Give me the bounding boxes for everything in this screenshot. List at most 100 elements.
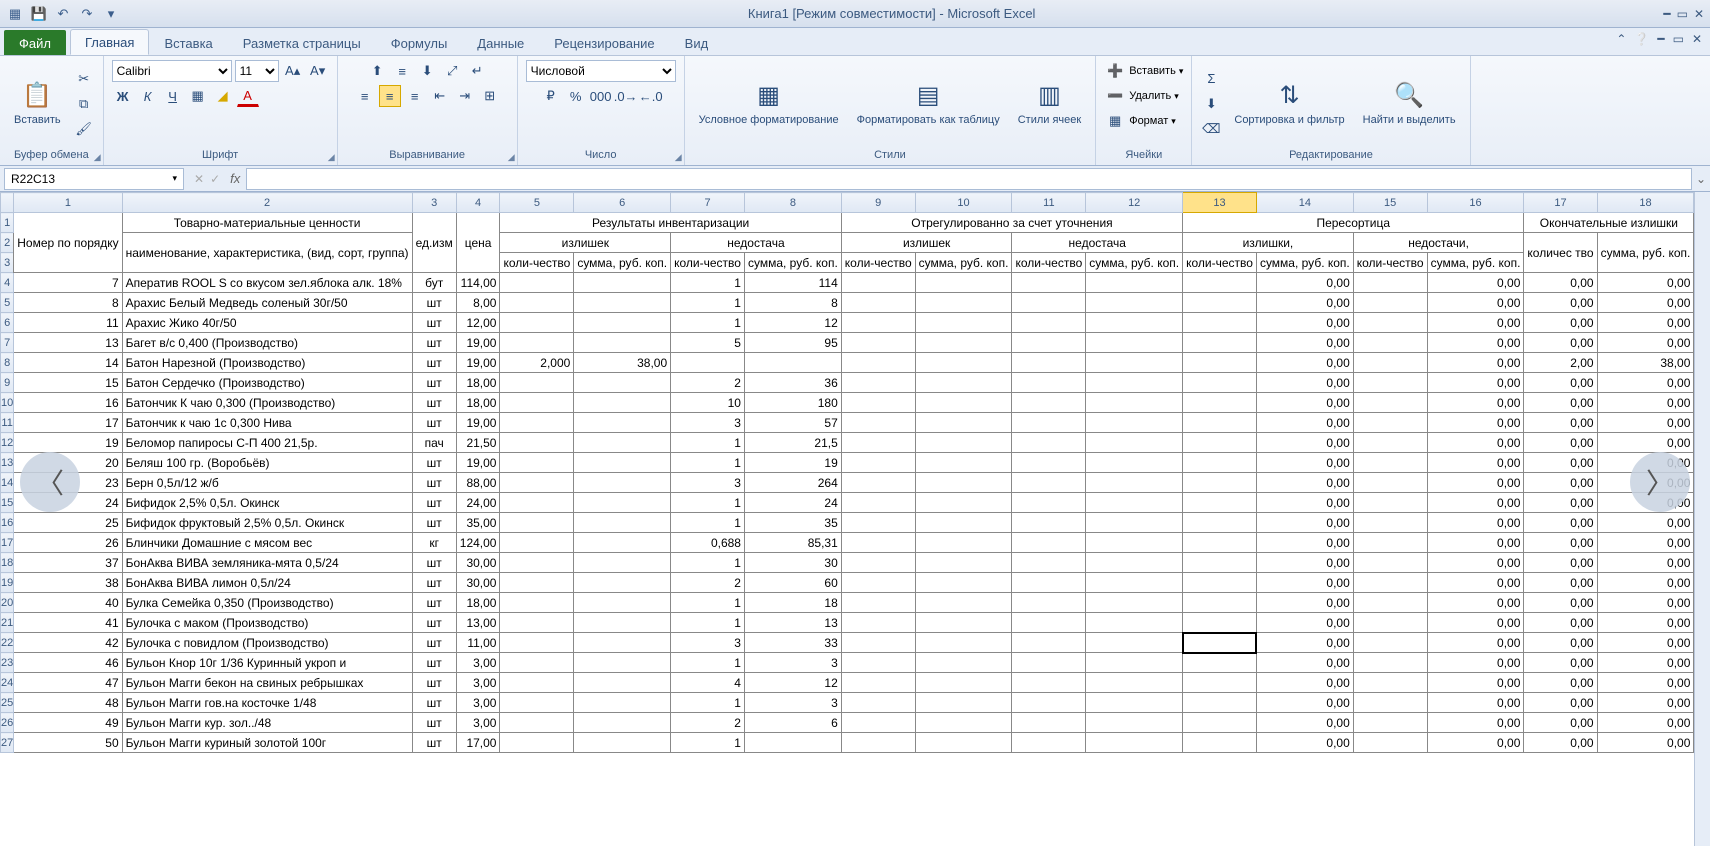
cell-no[interactable]: 7 — [14, 273, 122, 293]
cell[interactable] — [1086, 353, 1183, 373]
cell[interactable]: 5 — [671, 333, 745, 353]
cell[interactable]: 36 — [744, 373, 841, 393]
cell[interactable]: 0,00 — [1427, 633, 1524, 653]
cell[interactable] — [841, 573, 915, 593]
tab-Данные[interactable]: Данные — [462, 30, 539, 55]
cell[interactable] — [915, 513, 1012, 533]
min2-icon[interactable]: ━ — [1657, 32, 1664, 46]
cell[interactable] — [500, 393, 574, 413]
cell[interactable] — [915, 433, 1012, 453]
cond-format-button[interactable]: ▦Условное форматирование — [693, 78, 845, 128]
cell[interactable] — [1012, 573, 1086, 593]
cell-name[interactable]: БонАква ВИВА земляника-мята 0,5/24 — [122, 553, 412, 573]
cell[interactable]: 0,00 — [1524, 653, 1597, 673]
row-header[interactable]: 20 — [1, 593, 14, 613]
indent-inc-icon[interactable]: ⇥ — [454, 85, 476, 107]
cell[interactable] — [1353, 353, 1427, 373]
cell[interactable] — [574, 293, 671, 313]
cell[interactable] — [1353, 293, 1427, 313]
cell[interactable] — [500, 373, 574, 393]
cell[interactable] — [841, 333, 915, 353]
cell[interactable]: 3 — [671, 473, 745, 493]
cell[interactable] — [1353, 653, 1427, 673]
cell[interactable] — [574, 413, 671, 433]
cell[interactable]: 0,00 — [1256, 653, 1353, 673]
row-header[interactable]: 27 — [1, 733, 14, 753]
cell-price[interactable]: 24,00 — [456, 493, 500, 513]
cell-unit[interactable]: шт — [412, 633, 456, 653]
cell[interactable] — [1183, 653, 1257, 673]
cell-price[interactable]: 19,00 — [456, 453, 500, 473]
cell[interactable] — [915, 353, 1012, 373]
restore2-icon[interactable]: ▭ — [1673, 32, 1684, 46]
cell[interactable]: 21,5 — [744, 433, 841, 453]
col-header[interactable]: 18 — [1597, 193, 1694, 213]
align-left-icon[interactable]: ≡ — [354, 85, 376, 107]
cell[interactable] — [1012, 693, 1086, 713]
col-header[interactable]: 8 — [744, 193, 841, 213]
cell[interactable]: 0,00 — [1427, 693, 1524, 713]
dialog-launcher-icon[interactable]: ◢ — [94, 152, 101, 163]
cell[interactable]: 0,00 — [1597, 333, 1694, 353]
cell[interactable]: 0,00 — [1524, 393, 1597, 413]
col-header[interactable]: 3 — [412, 193, 456, 213]
cell[interactable] — [841, 613, 915, 633]
cell-unit[interactable]: шт — [412, 473, 456, 493]
cell[interactable] — [841, 313, 915, 333]
cell[interactable]: 0,00 — [1524, 293, 1597, 313]
cell[interactable] — [1353, 593, 1427, 613]
cell[interactable]: 12 — [744, 673, 841, 693]
cell[interactable]: 0,00 — [1597, 633, 1694, 653]
cell[interactable] — [1183, 533, 1257, 553]
cell-no[interactable]: 37 — [14, 553, 122, 573]
restore-icon[interactable]: ▭ — [1677, 7, 1688, 21]
insert-cells-icon[interactable]: ➕ — [1104, 60, 1126, 82]
cell[interactable] — [574, 533, 671, 553]
row-header[interactable]: 21 — [1, 613, 14, 633]
cell[interactable] — [1012, 373, 1086, 393]
cell-no[interactable]: 16 — [14, 393, 122, 413]
cell-price[interactable]: 35,00 — [456, 513, 500, 533]
cell[interactable] — [574, 713, 671, 733]
cell[interactable]: 0,00 — [1256, 473, 1353, 493]
cell[interactable]: 0,00 — [1597, 713, 1694, 733]
cell[interactable] — [1086, 513, 1183, 533]
cell-price[interactable]: 19,00 — [456, 413, 500, 433]
cell[interactable] — [841, 633, 915, 653]
underline-icon[interactable]: Ч — [162, 85, 184, 107]
tab-Разметка страницы[interactable]: Разметка страницы — [228, 30, 376, 55]
align-top-icon[interactable]: ⬆ — [366, 60, 388, 82]
cell[interactable] — [1353, 433, 1427, 453]
cell-no[interactable]: 14 — [14, 353, 122, 373]
delete-cells-icon[interactable]: ➖ — [1104, 85, 1126, 107]
cell-no[interactable]: 42 — [14, 633, 122, 653]
cell[interactable]: 0,00 — [1427, 333, 1524, 353]
cell[interactable]: 0,00 — [1524, 693, 1597, 713]
cell[interactable]: 0,00 — [1524, 493, 1597, 513]
font-color-icon[interactable]: A — [237, 85, 259, 107]
cell[interactable] — [1353, 553, 1427, 573]
row-header[interactable]: 18 — [1, 553, 14, 573]
cell[interactable] — [1086, 433, 1183, 453]
cell-unit[interactable]: шт — [412, 653, 456, 673]
cell-name[interactable]: Батон Сердечко (Производство) — [122, 373, 412, 393]
row-header[interactable]: 9 — [1, 373, 14, 393]
cell-price[interactable]: 18,00 — [456, 393, 500, 413]
cell-no[interactable]: 41 — [14, 613, 122, 633]
cell[interactable]: 0,00 — [1524, 373, 1597, 393]
cell[interactable] — [574, 553, 671, 573]
dialog-launcher-icon[interactable]: ◢ — [675, 152, 682, 163]
cell[interactable] — [1012, 293, 1086, 313]
orientation-icon[interactable]: ⤢ — [441, 60, 463, 82]
cell[interactable]: 0,00 — [1427, 553, 1524, 573]
cell[interactable] — [500, 613, 574, 633]
cell[interactable] — [915, 393, 1012, 413]
col-header[interactable]: 4 — [456, 193, 500, 213]
tab-Формулы[interactable]: Формулы — [376, 30, 463, 55]
cell[interactable] — [1012, 393, 1086, 413]
cell[interactable] — [1012, 493, 1086, 513]
cell[interactable] — [500, 673, 574, 693]
row-header[interactable]: 1 — [1, 213, 14, 233]
fill-icon[interactable]: ⬇ — [1200, 93, 1222, 115]
cell[interactable]: 0,00 — [1524, 333, 1597, 353]
